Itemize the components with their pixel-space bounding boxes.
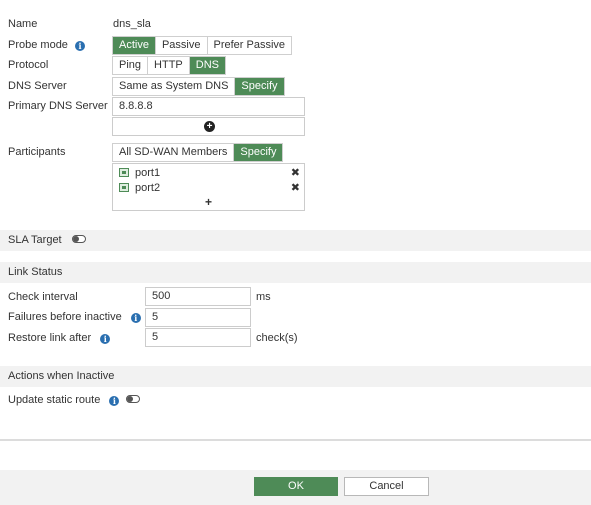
actions-when-inactive-title: Actions when Inactive bbox=[8, 370, 115, 382]
sla-target-toggle[interactable] bbox=[71, 235, 86, 243]
ok-button[interactable]: OK bbox=[254, 477, 338, 496]
participants-label: Participants bbox=[8, 146, 66, 158]
info-icon[interactable]: i bbox=[130, 313, 141, 323]
link-status-title: Link Status bbox=[8, 266, 63, 278]
dns-server-specify-option[interactable]: Specify bbox=[235, 78, 284, 95]
probe-mode-selector: Active Passive Prefer Passive bbox=[112, 36, 293, 55]
actions-when-inactive-header: Actions when Inactive bbox=[0, 366, 591, 387]
remove-port1-icon[interactable]: ✖ bbox=[291, 166, 300, 179]
participants-list: port1 ✖ port2 ✖ + bbox=[112, 163, 305, 211]
participants-all-option[interactable]: All SD-WAN Members bbox=[113, 144, 235, 161]
check-interval-label: Check interval bbox=[8, 291, 78, 303]
link-status-header: Link Status bbox=[0, 262, 591, 283]
protocol-http-option[interactable]: HTTP bbox=[148, 57, 190, 74]
info-icon[interactable]: i bbox=[109, 396, 120, 406]
primary-dns-input[interactable]: 8.8.8.8 bbox=[112, 97, 305, 116]
interface-icon bbox=[119, 183, 129, 192]
restore-link-after-input[interactable]: 5 bbox=[145, 328, 251, 347]
check-interval-unit: ms bbox=[256, 291, 271, 303]
remove-port2-icon[interactable]: ✖ bbox=[291, 181, 300, 194]
probe-mode-prefer-passive-option[interactable]: Prefer Passive bbox=[208, 37, 292, 54]
check-interval-input[interactable]: 500 bbox=[145, 287, 251, 306]
probe-mode-active-option[interactable]: Active bbox=[113, 37, 156, 54]
name-label: Name bbox=[8, 18, 38, 30]
probe-mode-passive-option[interactable]: Passive bbox=[156, 37, 208, 54]
protocol-ping-option[interactable]: Ping bbox=[113, 57, 149, 74]
primary-dns-label: Primary DNS Server bbox=[8, 100, 108, 112]
footer-divider bbox=[0, 439, 591, 441]
restore-link-after-label: Restore link after i bbox=[8, 332, 111, 344]
participants-selector: All SD-WAN Members Specify bbox=[112, 143, 284, 162]
participants-specify-option[interactable]: Specify bbox=[234, 144, 283, 161]
sla-target-label: SLA Target bbox=[8, 234, 62, 246]
protocol-selector: Ping HTTP DNS bbox=[112, 56, 226, 75]
add-dns-server-button[interactable]: + bbox=[112, 117, 305, 136]
protocol-label: Protocol bbox=[8, 59, 49, 71]
cancel-button[interactable]: Cancel bbox=[344, 477, 429, 496]
info-icon[interactable]: i bbox=[75, 41, 85, 51]
participant-item: port2 bbox=[119, 182, 160, 194]
update-static-route-row: Update static route i bbox=[8, 394, 141, 406]
failures-before-inactive-input[interactable]: 5 bbox=[145, 308, 251, 327]
participant-item: port1 bbox=[119, 167, 160, 179]
name-value: dns_sla bbox=[113, 18, 151, 30]
interface-icon bbox=[119, 168, 129, 177]
sla-target-section: SLA Target bbox=[0, 230, 591, 251]
update-static-route-toggle[interactable] bbox=[126, 395, 141, 403]
protocol-dns-option[interactable]: DNS bbox=[189, 57, 225, 74]
info-icon[interactable]: i bbox=[100, 334, 111, 344]
add-participant-button[interactable]: + bbox=[205, 195, 212, 209]
failures-before-inactive-label: Failures before inactive i bbox=[8, 311, 141, 323]
plus-circle-icon: + bbox=[204, 121, 215, 132]
dns-server-selector: Same as System DNS Specify bbox=[112, 77, 285, 96]
probe-mode-label: Probe mode i bbox=[8, 39, 85, 51]
restore-link-after-unit: check(s) bbox=[256, 332, 298, 344]
dns-server-label: DNS Server bbox=[8, 80, 67, 92]
update-static-route-label: Update static route bbox=[8, 394, 101, 406]
dns-server-system-option[interactable]: Same as System DNS bbox=[113, 78, 236, 95]
